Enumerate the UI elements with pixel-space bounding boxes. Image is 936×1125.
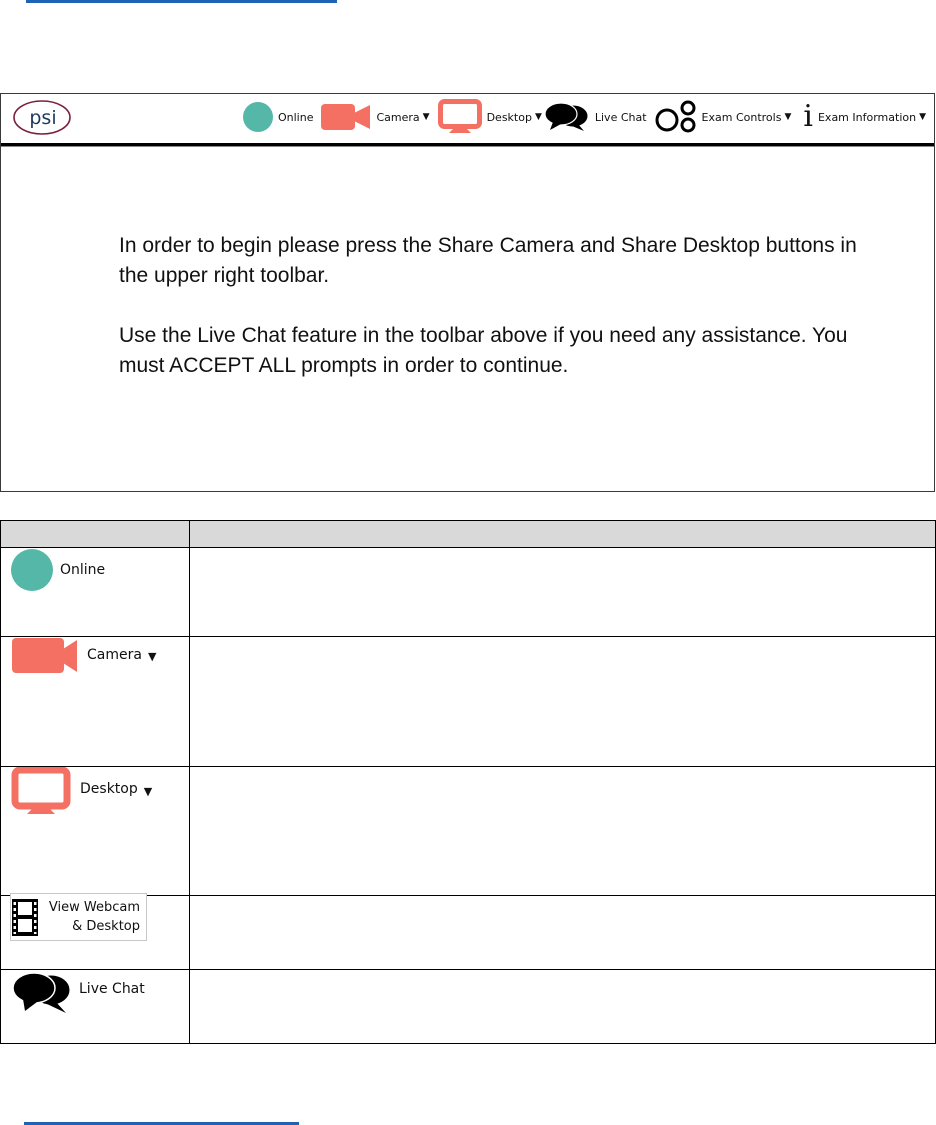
live-chat-label: Live Chat (594, 110, 647, 124)
table-header-row (0, 520, 936, 548)
status-circle-icon (11, 549, 53, 591)
video-camera-icon (321, 104, 371, 130)
camera-dropdown-caret[interactable]: ▼ (423, 112, 430, 122)
toolbar-legend-table: Online Camera ▼ Desktop ▼ View Webcam & … (0, 520, 936, 1044)
proctoring-app-screenshot: psi Online Camera ▼ Desktop ▼ Live Chat … (0, 93, 935, 492)
camera-label: Camera (87, 647, 142, 663)
monitor-icon (437, 99, 482, 133)
info-icon: i (803, 99, 813, 134)
row-icon-cell: Live Chat (0, 969, 190, 1044)
instruction-share-buttons: In order to begin please press the Share… (119, 234, 857, 287)
header-icon-column (0, 520, 190, 548)
row-description-cell (189, 766, 936, 896)
toolbar-desktop-button[interactable]: Desktop ▼ (437, 99, 542, 135)
table-row: Camera ▼ (0, 636, 936, 767)
toolbar-online-status[interactable]: Online (243, 102, 313, 132)
row-description-cell (189, 636, 936, 767)
row-icon-cell: Online (0, 547, 190, 637)
camera-label: Camera (376, 110, 420, 124)
exam-information-label: Exam Information (817, 110, 917, 124)
chat-bubbles-icon (544, 102, 589, 131)
view-webcam-label-line2: & Desktop (72, 919, 140, 934)
psi-logo: psi (13, 100, 71, 135)
instructions-text: In order to begin please press the Share… (119, 231, 859, 381)
instruction-live-chat: Use the Live Chat feature in the toolbar… (119, 324, 848, 377)
row-description-cell (189, 895, 936, 970)
toolbar-exam-controls-button[interactable]: Exam Controls ▼ (655, 100, 791, 134)
row-description-cell (189, 547, 936, 637)
toolbar-exam-information-button[interactable]: i Exam Information ▼ (803, 102, 926, 132)
exam-controls-label: Exam Controls (701, 110, 782, 124)
exam-controls-icon (655, 100, 696, 133)
row-icon-cell: View Webcam & Desktop (0, 893, 190, 970)
app-toolbar: psi Online Camera ▼ Desktop ▼ Live Chat … (1, 94, 934, 146)
table-row: Desktop ▼ (0, 766, 936, 896)
svg-text:psi: psi (29, 107, 56, 129)
header-description-column (189, 520, 936, 548)
view-webcam-desktop-button: View Webcam & Desktop (10, 893, 147, 941)
table-row: Online (0, 547, 936, 637)
desktop-dropdown-caret[interactable]: ▼ (535, 112, 542, 122)
row-icon-cell: Camera ▼ (0, 636, 190, 767)
table-row: Live Chat (0, 969, 936, 1044)
exam-information-dropdown-caret[interactable]: ▼ (919, 112, 926, 122)
row-description-cell (189, 969, 936, 1044)
toolbar-camera-button[interactable]: Camera ▼ (321, 104, 430, 130)
desktop-label: Desktop (486, 110, 532, 124)
online-label: Online (278, 110, 314, 124)
film-strip-icon (12, 899, 38, 936)
toolbar-live-chat-button[interactable]: Live Chat (544, 102, 647, 132)
hyperlink-underline-top[interactable] (26, 0, 337, 3)
chat-bubbles-icon (12, 972, 71, 1013)
monitor-icon (11, 767, 71, 814)
view-webcam-label-line1: View Webcam (48, 900, 140, 915)
desktop-label: Desktop (80, 781, 138, 797)
online-label: Online (60, 562, 106, 578)
status-circle-icon (243, 102, 273, 132)
camera-dropdown-caret: ▼ (147, 650, 157, 663)
desktop-dropdown-caret: ▼ (143, 785, 153, 798)
live-chat-label: Live Chat (79, 981, 145, 997)
row-icon-cell: Desktop ▼ (0, 766, 190, 896)
table-row: View Webcam & Desktop (0, 893, 936, 970)
video-camera-icon (12, 638, 77, 673)
exam-controls-dropdown-caret[interactable]: ▼ (784, 112, 791, 122)
